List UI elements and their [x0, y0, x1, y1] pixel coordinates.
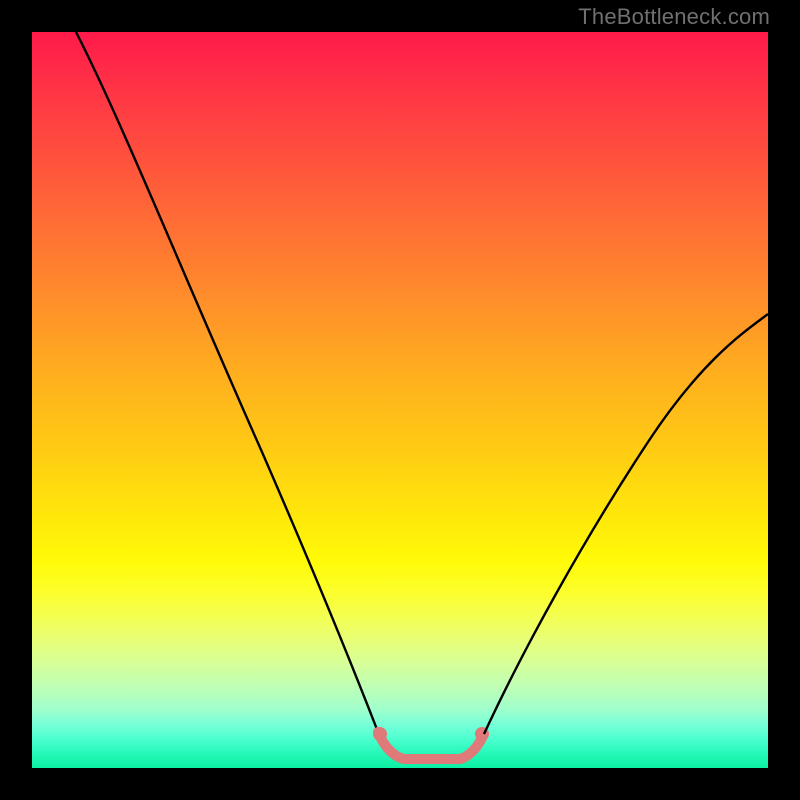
curve-bottom-dot-left	[373, 727, 387, 741]
plot-area	[32, 32, 768, 768]
watermark-text: TheBottleneck.com	[578, 4, 770, 30]
curve-bottom	[378, 732, 484, 759]
curve-right	[484, 314, 768, 734]
curve-left	[76, 32, 378, 732]
curve-layer	[32, 32, 768, 768]
chart-frame: TheBottleneck.com	[0, 0, 800, 800]
